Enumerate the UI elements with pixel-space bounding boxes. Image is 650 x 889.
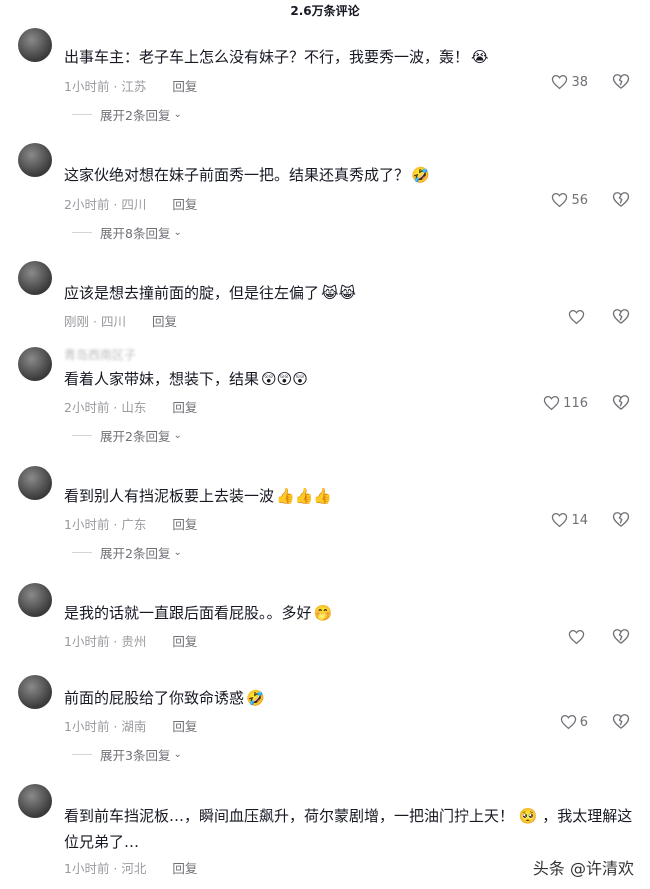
broken-heart-icon[interactable] — [612, 713, 630, 730]
reply-button[interactable]: 回复 — [172, 76, 197, 95]
emoji: 🤣 — [246, 689, 265, 707]
comment-meta: 2小时前 · 山东 回复 — [64, 397, 197, 416]
expand-replies-button[interactable]: 展开2条回复 ⌄ — [72, 105, 182, 124]
comment-time: 1小时前 — [64, 79, 110, 94]
emoji: 🤣 — [411, 166, 430, 184]
avatar[interactable] — [18, 583, 52, 617]
like-count: 38 — [571, 74, 588, 90]
like-button[interactable] — [568, 629, 588, 645]
reply-button[interactable]: 回复 — [172, 716, 197, 735]
comment-meta: 2小时前 · 四川 回复 — [64, 194, 197, 213]
broken-heart-icon[interactable] — [612, 394, 630, 411]
comment-location: 山东 — [121, 400, 147, 415]
comment-time: 1小时前 — [64, 719, 110, 734]
heart-icon — [552, 192, 568, 208]
like-count: 56 — [571, 192, 588, 208]
comment-text: 应该是想去撞前面的腚，但是往左偏了 😹😹 — [64, 280, 634, 306]
expand-replies-button[interactable]: 展开2条回复 ⌄ — [72, 426, 182, 445]
comment-text: 看到前车挡泥板…，瞬间血压飙升，荷尔蒙剧增，一把油门拧上天！ 🥺 ，我太理解这位… — [64, 807, 633, 851]
avatar[interactable] — [18, 347, 52, 381]
like-count: 6 — [579, 714, 588, 730]
chevron-down-icon: ⌄ — [173, 547, 182, 558]
comment-location: 四川 — [100, 314, 126, 329]
reply-button[interactable]: 回复 — [172, 397, 197, 416]
like-button[interactable]: 38 — [551, 74, 588, 90]
comment-time: 2小时前 — [64, 197, 110, 212]
emoji: 😲😲😲 — [261, 370, 308, 388]
comment-text: 看着人家带妹，想装下，结果 😲😲😲 — [64, 366, 634, 392]
comment-time: 1小时前 — [64, 634, 110, 649]
emoji: 👍👍👍 — [276, 487, 333, 505]
comment-meta: 1小时前 · 广东 回复 — [64, 514, 197, 533]
comment-text: 前面的屁股给了你致命诱惑 🤣 — [64, 685, 634, 711]
heart-icon — [552, 74, 568, 90]
comment-meta: 1小时前 · 江苏 回复 — [64, 76, 197, 95]
comments-count-title: 2.6万条评论 — [290, 4, 360, 18]
comment-meta: 刚刚 · 四川 回复 — [64, 311, 177, 330]
chevron-down-icon: ⌄ — [173, 227, 182, 238]
like-count: 116 — [563, 395, 588, 411]
reply-button[interactable]: 回复 — [172, 631, 197, 650]
heart-icon — [560, 714, 576, 730]
comment-meta: 1小时前 · 湖南 回复 — [64, 716, 197, 735]
chevron-down-icon: ⌄ — [173, 749, 182, 760]
watermark: 头条 @许清欢 — [532, 859, 634, 878]
broken-heart-icon[interactable] — [612, 191, 630, 208]
chevron-down-icon: ⌄ — [173, 109, 182, 120]
emoji: 😭 — [471, 48, 489, 66]
reply-button[interactable]: 回复 — [152, 311, 177, 330]
comment-text: 是我的话就一直跟后面看屁股。。多好 🤭 — [64, 600, 634, 626]
expand-replies-button[interactable]: 展开3条回复 ⌄ — [72, 745, 182, 764]
avatar[interactable] — [18, 261, 52, 295]
comment-location: 江苏 — [121, 79, 147, 94]
comment-location: 广东 — [121, 517, 147, 532]
like-count: 14 — [571, 512, 588, 528]
comment-location: 河北 — [121, 861, 147, 876]
comment-location: 湖南 — [121, 719, 147, 734]
heart-icon — [568, 309, 585, 325]
broken-heart-icon[interactable] — [612, 308, 630, 325]
heart-icon — [568, 629, 585, 645]
comment-time: 1小时前 — [64, 861, 110, 876]
comment-time: 1小时前 — [64, 517, 110, 532]
emoji: 😹😹 — [321, 284, 357, 302]
comment-text: 出事车主：老子车上怎么没有妹子？不行，我要秀一波，轰！ 😭 — [64, 44, 634, 70]
like-button[interactable]: 116 — [543, 395, 588, 411]
comment-text: 这家伙绝对想在妹子前面秀一把。结果还真秀成了？ 🤣 — [64, 162, 634, 188]
reply-button[interactable]: 回复 — [172, 514, 197, 533]
avatar[interactable] — [18, 28, 52, 62]
comment-location: 贵州 — [121, 634, 147, 649]
emoji: 🤭 — [313, 604, 333, 622]
comment-text: 看到别人有挡泥板要上去装一波 👍👍👍 — [64, 483, 634, 509]
expand-replies-button[interactable]: 展开2条回复 ⌄ — [72, 543, 182, 562]
broken-heart-icon[interactable] — [612, 511, 630, 528]
expand-replies-button[interactable]: 展开8条回复 ⌄ — [72, 223, 182, 242]
comment-time: 2小时前 — [64, 400, 110, 415]
avatar[interactable] — [18, 143, 52, 177]
heart-icon — [552, 512, 568, 528]
heart-icon — [543, 395, 560, 411]
like-button[interactable]: 6 — [560, 714, 588, 730]
broken-heart-icon[interactable] — [612, 73, 630, 90]
like-button[interactable]: 14 — [551, 512, 588, 528]
comment-meta: 1小时前 · 河北 回复 — [64, 858, 197, 877]
avatar[interactable] — [18, 466, 52, 500]
like-button[interactable] — [568, 309, 588, 325]
avatar[interactable] — [18, 675, 52, 709]
chevron-down-icon: ⌄ — [173, 430, 182, 441]
username[interactable]: 青岛西南区子 — [64, 346, 136, 363]
reply-button[interactable]: 回复 — [172, 194, 197, 213]
comment-location: 四川 — [121, 197, 147, 212]
avatar[interactable] — [18, 784, 52, 818]
comment-meta: 1小时前 · 贵州 回复 — [64, 631, 197, 650]
reply-button[interactable]: 回复 — [172, 858, 197, 877]
like-button[interactable]: 56 — [551, 192, 588, 208]
broken-heart-icon[interactable] — [612, 628, 630, 645]
comment-time: 刚刚 — [64, 314, 90, 329]
